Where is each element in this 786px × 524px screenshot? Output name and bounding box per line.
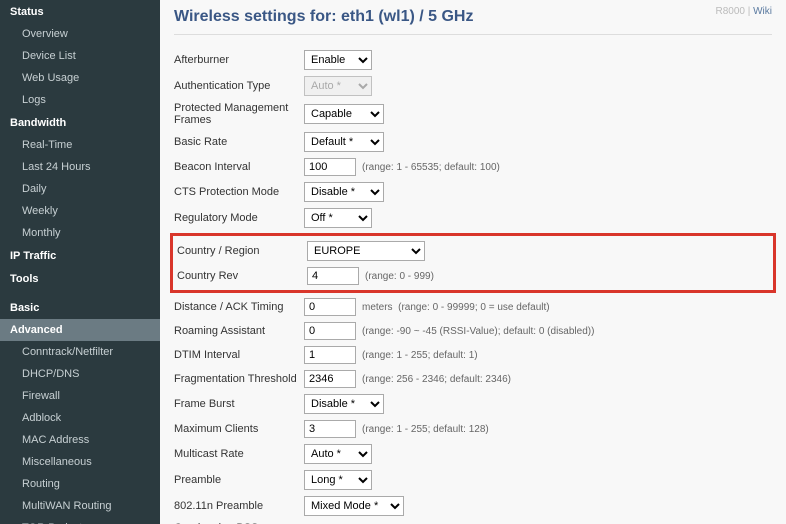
nav-device-list[interactable]: Device List: [0, 45, 160, 67]
top-right-links: R8000 | Wiki: [715, 6, 772, 17]
nav-weekly[interactable]: Weekly: [0, 200, 160, 222]
frag-label: Fragmentation Threshold: [174, 373, 304, 385]
beacon-hint: (range: 1 - 65535; default: 100): [362, 162, 500, 173]
distance-hint: meters (range: 0 - 99999; 0 = use defaul…: [362, 302, 550, 313]
nav-routing[interactable]: Routing: [0, 473, 160, 495]
nav-overview[interactable]: Overview: [0, 23, 160, 45]
multicast-label: Multicast Rate: [174, 448, 304, 460]
highlight-box: Country / RegionEUROPE Country Rev (range…: [170, 233, 776, 293]
nav-last24[interactable]: Last 24 Hours: [0, 156, 160, 178]
sidebar: Status Overview Device List Web Usage Lo…: [0, 0, 160, 524]
roaming-hint: (range: -90 ~ -45 (RSSI-Value); default:…: [362, 326, 594, 337]
frameburst-select[interactable]: Disable *: [304, 394, 384, 414]
distance-label: Distance / ACK Timing: [174, 301, 304, 313]
regmode-select[interactable]: Off *: [304, 208, 372, 228]
cts-label: CTS Protection Mode: [174, 186, 304, 198]
beacon-input[interactable]: [304, 158, 356, 176]
roaming-label: Roaming Assistant: [174, 325, 304, 337]
afterburner-select[interactable]: Enable: [304, 50, 372, 70]
nav-header-iptraffic[interactable]: IP Traffic: [0, 244, 160, 267]
frameburst-label: Frame Burst: [174, 398, 304, 410]
afterburner-label: Afterburner: [174, 54, 304, 66]
maxclients-hint: (range: 1 - 255; default: 128): [362, 424, 489, 435]
authtype-select: Auto *: [304, 76, 372, 96]
authtype-label: Authentication Type: [174, 80, 304, 92]
cts-select[interactable]: Disable *: [304, 182, 384, 202]
frag-hint: (range: 256 - 2346; default: 2346): [362, 374, 511, 385]
nav-web-usage[interactable]: Web Usage: [0, 67, 160, 89]
nav-dhcp-dns[interactable]: DHCP/DNS: [0, 363, 160, 385]
dtim-input[interactable]: [304, 346, 356, 364]
preamble-label: Preamble: [174, 474, 304, 486]
countryrev-hint: (range: 0 - 999): [365, 271, 434, 282]
maxclients-input[interactable]: [304, 420, 356, 438]
beacon-label: Beacon Interval: [174, 161, 304, 173]
nav-misc[interactable]: Miscellaneous: [0, 451, 160, 473]
nav-tor[interactable]: TOR Project: [0, 517, 160, 524]
frag-input[interactable]: [304, 370, 356, 388]
preamble-select[interactable]: Long *: [304, 470, 372, 490]
dtim-hint: (range: 1 - 255; default: 1): [362, 350, 478, 361]
nav-daily[interactable]: Daily: [0, 178, 160, 200]
basicrate-select[interactable]: Default *: [304, 132, 384, 152]
multicast-select[interactable]: Auto *: [304, 444, 372, 464]
dtim-label: DTIM Interval: [174, 349, 304, 361]
main-content: R8000 | Wiki Wireless settings for: eth1…: [160, 0, 786, 524]
distance-input[interactable]: [304, 298, 356, 316]
npreamble-label: 802.11n Preamble: [174, 500, 304, 512]
protframes-label: Protected Management Frames: [174, 102, 304, 126]
regmode-label: Regulatory Mode: [174, 212, 304, 224]
maxclients-label: Maximum Clients: [174, 423, 304, 435]
nav-mac-address[interactable]: MAC Address: [0, 429, 160, 451]
nav-multiwan[interactable]: MultiWAN Routing: [0, 495, 160, 517]
country-label: Country / Region: [177, 245, 307, 257]
basicrate-label: Basic Rate: [174, 136, 304, 148]
roaming-input[interactable]: [304, 322, 356, 340]
nav-firewall[interactable]: Firewall: [0, 385, 160, 407]
nav-header-advanced[interactable]: Advanced: [0, 319, 160, 341]
npreamble-select[interactable]: Mixed Mode *: [304, 496, 404, 516]
countryrev-input[interactable]: [307, 267, 359, 285]
page-title: Wireless settings for: eth1 (wl1) / 5 GH…: [174, 8, 772, 35]
countryrev-label: Country Rev: [177, 270, 307, 282]
wiki-link[interactable]: Wiki: [753, 6, 772, 17]
country-select[interactable]: EUROPE: [307, 241, 425, 261]
model-label: R8000: [715, 6, 744, 17]
nav-conntrack[interactable]: Conntrack/Netfilter: [0, 341, 160, 363]
nav-header-bandwidth: Bandwidth: [0, 111, 160, 134]
nav-header-status: Status: [0, 0, 160, 23]
protframes-select[interactable]: Capable: [304, 104, 384, 124]
nav-header-basic[interactable]: Basic: [0, 296, 160, 319]
nav-monthly[interactable]: Monthly: [0, 222, 160, 244]
nav-header-tools[interactable]: Tools: [0, 267, 160, 290]
nav-adblock[interactable]: Adblock: [0, 407, 160, 429]
nav-logs[interactable]: Logs: [0, 89, 160, 111]
nav-realtime[interactable]: Real-Time: [0, 134, 160, 156]
